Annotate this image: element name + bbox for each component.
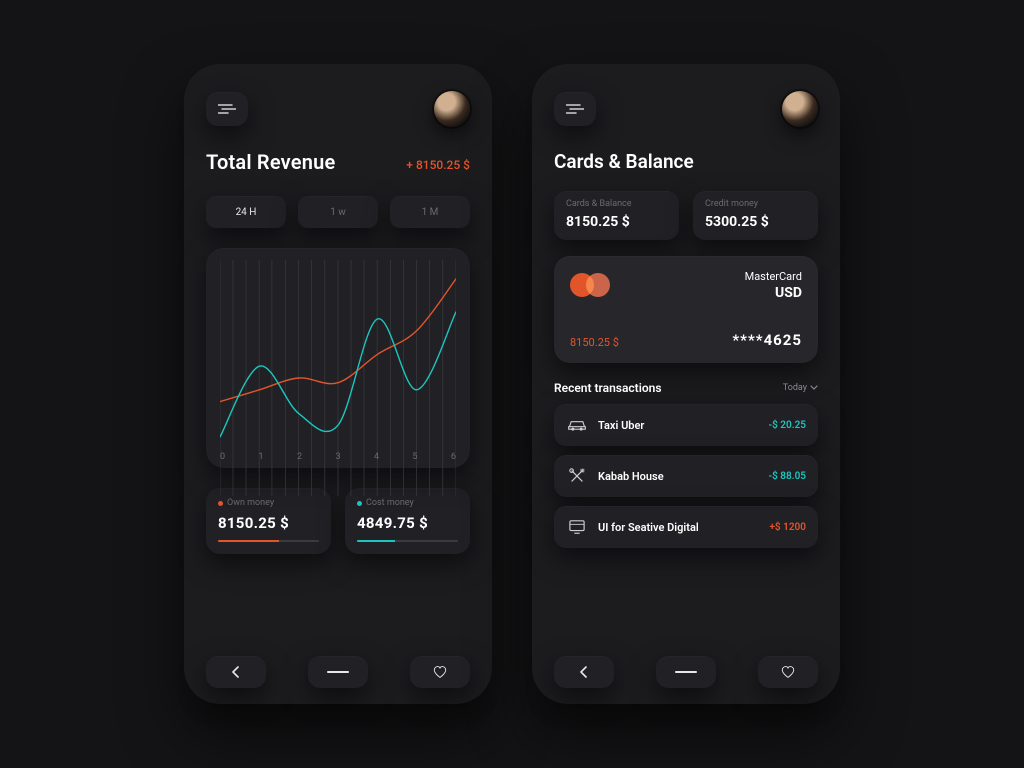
transaction-row[interactable]: UI for Seative Digital +$ 1200 <box>554 506 818 548</box>
own-money-value: 8150.25 $ <box>218 514 319 532</box>
credit-money-value: 5300.25 $ <box>705 214 806 230</box>
chart-xaxis: 0123456 <box>220 452 456 462</box>
avatar[interactable] <box>782 91 818 127</box>
range-segment: 24 H 1 w 1 M <box>206 196 470 228</box>
nav-back-button[interactable] <box>554 656 614 688</box>
phone-revenue: Total Revenue + 8150.25 $ 24 H 1 w 1 M 0… <box>184 64 492 704</box>
recent-filter-label: Today <box>783 383 807 393</box>
menu-button[interactable] <box>206 92 248 126</box>
dot-icon <box>218 501 223 506</box>
nav-back-button[interactable] <box>206 656 266 688</box>
cost-money-progress <box>357 540 458 542</box>
transaction-amount: -$ 20.25 <box>768 420 806 431</box>
home-indicator-icon <box>674 670 698 674</box>
credit-money-tile[interactable]: Credit money 5300.25 $ <box>693 191 818 240</box>
range-24h[interactable]: 24 H <box>206 196 286 228</box>
cost-money-label: Cost money <box>366 498 414 508</box>
card-currency: USD <box>745 285 802 301</box>
recent-title: Recent transactions <box>554 381 662 395</box>
revenue-chart: 0123456 <box>206 248 470 468</box>
own-money-label: Own money <box>227 498 274 508</box>
own-money-tile[interactable]: Own money 8150.25 $ <box>206 488 331 554</box>
dot-icon <box>357 501 362 506</box>
recent-header: Recent transactions Today <box>554 381 818 395</box>
card-number: ****4625 <box>732 331 802 349</box>
transaction-name: UI for Seative Digital <box>598 521 759 534</box>
recent-filter[interactable]: Today <box>783 383 818 393</box>
nav-favorite-button[interactable] <box>758 656 818 688</box>
balance-tiles: Cards & Balance 8150.25 $ Credit money 5… <box>554 191 818 240</box>
chevron-left-icon <box>579 666 589 678</box>
cost-money-tile[interactable]: Cost money 4849.75 $ <box>345 488 470 554</box>
transaction-name: Taxi Uber <box>598 419 758 432</box>
topbar <box>206 86 470 132</box>
card-brand: MasterCard <box>745 270 802 283</box>
bottom-nav <box>554 640 818 688</box>
own-money-progress <box>218 540 319 542</box>
car-icon <box>566 414 588 436</box>
card-amount: 8150.25 $ <box>570 336 619 349</box>
transaction-amount: -$ 88.05 <box>768 471 806 482</box>
menu-icon <box>218 104 236 114</box>
nav-home-button[interactable] <box>308 656 368 688</box>
transaction-row[interactable]: Taxi Uber -$ 20.25 <box>554 404 818 446</box>
transaction-amount: +$ 1200 <box>769 522 806 533</box>
phone-balance: Cards & Balance Cards & Balance 8150.25 … <box>532 64 840 704</box>
cards-balance-tile[interactable]: Cards & Balance 8150.25 $ <box>554 191 679 240</box>
chevron-left-icon <box>231 666 241 678</box>
revenue-delta: + 8150.25 $ <box>406 158 470 172</box>
mastercard-icon <box>570 273 610 299</box>
avatar[interactable] <box>434 91 470 127</box>
nav-favorite-button[interactable] <box>410 656 470 688</box>
heart-icon <box>433 666 447 678</box>
transaction-list: Taxi Uber -$ 20.25 Kabab House -$ 88.05 UI f… <box>554 395 818 548</box>
cost-money-value: 4849.75 $ <box>357 514 458 532</box>
topbar <box>554 86 818 132</box>
menu-icon <box>566 104 584 114</box>
page-title: Cards & Balance <box>554 150 818 173</box>
credit-money-label: Credit money <box>705 199 806 209</box>
design-icon <box>566 516 588 538</box>
nav-home-button[interactable] <box>656 656 716 688</box>
credit-card[interactable]: MasterCard USD 8150.25 $ ****4625 <box>554 256 818 363</box>
home-indicator-icon <box>326 670 350 674</box>
cards-balance-value: 8150.25 $ <box>566 214 667 230</box>
menu-button[interactable] <box>554 92 596 126</box>
bottom-nav <box>206 640 470 688</box>
range-1w[interactable]: 1 w <box>298 196 378 228</box>
summary-tiles: Own money 8150.25 $ Cost money 4849.75 $ <box>206 488 470 554</box>
title-row: Total Revenue + 8150.25 $ <box>206 150 470 174</box>
heart-icon <box>781 666 795 678</box>
range-1m[interactable]: 1 M <box>390 196 470 228</box>
page-title: Total Revenue <box>206 150 335 174</box>
transaction-name: Kabab House <box>598 470 758 483</box>
food-icon <box>566 465 588 487</box>
transaction-row[interactable]: Kabab House -$ 88.05 <box>554 455 818 497</box>
chevron-down-icon <box>810 385 818 391</box>
cards-balance-label: Cards & Balance <box>566 199 667 209</box>
